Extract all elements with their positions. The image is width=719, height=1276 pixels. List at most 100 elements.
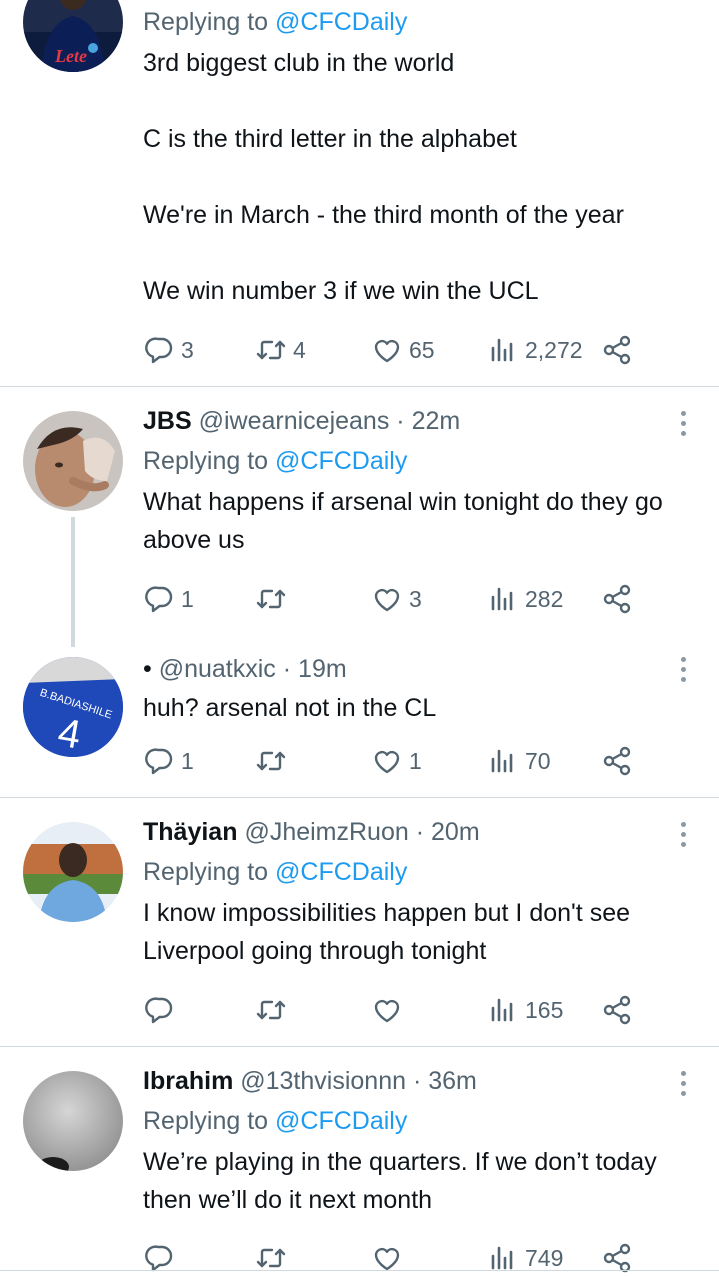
views-count: 749 [525,1244,564,1271]
user-handle[interactable]: @nuatkxic [159,655,276,683]
like-count: 1 [409,747,422,774]
replying-prefix: Replying to [143,858,276,886]
thread-line [71,517,75,647]
reply-count: 3 [181,336,194,363]
replying-handle-link[interactable]: @CFCDaily [275,8,407,36]
views-button[interactable]: 165 [487,992,563,1028]
more-icon[interactable] [679,822,687,847]
tweet-header: JBS @iwearnicejeans · 22m [143,405,695,437]
replying-handle-link[interactable]: @CFCDaily [275,447,407,475]
views-count: 165 [525,996,564,1023]
views-button[interactable]: 282 [487,581,563,617]
views-icon [491,587,513,611]
display-name[interactable]: JBS [143,407,192,435]
divider [0,1270,719,1271]
reply-icon [145,997,173,1024]
more-icon[interactable] [679,657,687,682]
like-button[interactable] [371,992,409,1028]
views-icon [491,998,513,1022]
tweet-time[interactable]: · 22m [396,407,460,435]
avatar[interactable]: Lete [23,0,123,72]
like-button[interactable]: 1 [371,743,422,779]
replying-to: Replying to @CFCDaily [143,1105,695,1137]
like-icon [374,750,400,774]
reply-count: 1 [181,747,194,774]
reply-button[interactable]: 3 [143,332,194,368]
tweet-text: huh? arsenal not in the CL [143,694,437,722]
tweet-text: 3rd biggest club in the world C is the t… [143,49,624,305]
share-button[interactable] [601,992,633,1028]
replying-prefix: Replying to [143,447,276,475]
share-button[interactable] [601,743,633,779]
replying-handle-link[interactable]: @CFCDaily [275,858,407,886]
avatar-shirt-text: Lete [54,46,87,66]
tweet-text: What happens if arsenal win tonight do t… [143,488,663,554]
user-handle[interactable]: @JheimzRuon [244,818,408,846]
retweet-icon [256,751,286,771]
reply-icon [145,586,173,613]
views-icon [491,338,513,362]
display-name[interactable]: Ibrahim [143,1067,233,1095]
share-icon [603,584,631,614]
tweet-3[interactable]: B.BADIASHILE 4 • @nuatkxic · 19m huh? ar… [0,637,719,797]
replying-to: Replying to @CFCDaily [143,6,695,38]
retweet-icon [256,340,286,360]
replying-to: Replying to @CFCDaily [143,445,695,477]
display-name[interactable]: Thäyian [143,818,237,846]
reply-button[interactable]: 1 [143,743,194,779]
tweet-5[interactable]: Ibrahim @13thvisionnn · 36m Replying to … [0,1047,719,1273]
reply-count: 1 [181,585,194,612]
share-button[interactable] [601,332,633,368]
tweet-time[interactable]: · 19m [283,655,347,683]
more-icon[interactable] [679,411,687,436]
replying-prefix: Replying to [143,8,276,36]
tweet-actions: 1 1 70 [143,743,643,779]
share-button[interactable] [601,581,633,617]
reply-button[interactable] [143,992,181,1028]
tweet-text: I know impossibilities happen but I don'… [143,899,630,965]
reply-button[interactable]: 1 [143,581,194,617]
views-count: 70 [525,747,551,774]
like-button[interactable]: 3 [371,581,422,617]
more-icon[interactable] [679,1071,687,1096]
retweet-button[interactable] [255,743,293,779]
share-icon [603,335,631,365]
reply-icon [145,337,173,364]
like-icon [374,588,400,612]
user-handle[interactable]: @iwearnicejeans [199,407,390,435]
tweet-text: We’re playing in the quarters. If we don… [143,1148,657,1214]
user-handle[interactable]: @13thvisionnn [240,1067,406,1095]
views-icon [491,749,513,773]
display-name[interactable]: • [143,655,152,683]
tweet-time[interactable]: · 20m [416,818,480,846]
avatar[interactable] [23,411,123,511]
like-count: 65 [409,336,435,363]
replying-handle-link[interactable]: @CFCDaily [275,1107,407,1135]
tweet-header: • @nuatkxic · 19m [143,653,695,685]
avatar[interactable]: B.BADIASHILE 4 [23,657,123,757]
tweet-time[interactable]: · 36m [413,1067,477,1095]
avatar[interactable] [23,822,123,922]
replying-to: Replying to @CFCDaily [143,856,695,888]
retweet-button[interactable]: 4 [255,332,306,368]
tweet-1[interactable]: Lete Replying to @CFCDaily 3rd biggest c… [0,0,719,386]
like-count: 3 [409,585,422,612]
views-button[interactable]: 2,272 [487,332,583,368]
replying-prefix: Replying to [143,1107,276,1135]
tweet-actions: 3 4 65 2,272 [143,332,643,368]
tweet-header: Ibrahim @13thvisionnn · 36m [143,1065,695,1097]
views-count: 2,272 [525,336,583,363]
retweet-button[interactable] [255,992,293,1028]
like-button[interactable]: 65 [371,332,435,368]
views-button[interactable]: 70 [487,743,551,779]
like-icon [374,339,400,363]
views-count: 282 [525,585,564,612]
retweet-count: 4 [293,336,306,363]
tweet-4[interactable]: Thäyian @JheimzRuon · 20m Replying to @C… [0,798,719,1046]
share-icon [603,995,631,1025]
avatar[interactable] [23,1071,123,1171]
tweet-2[interactable]: JBS @iwearnicejeans · 22m Replying to @C… [0,387,719,647]
retweet-button[interactable] [255,581,293,617]
retweet-icon [256,589,286,609]
retweet-icon [256,1000,286,1020]
